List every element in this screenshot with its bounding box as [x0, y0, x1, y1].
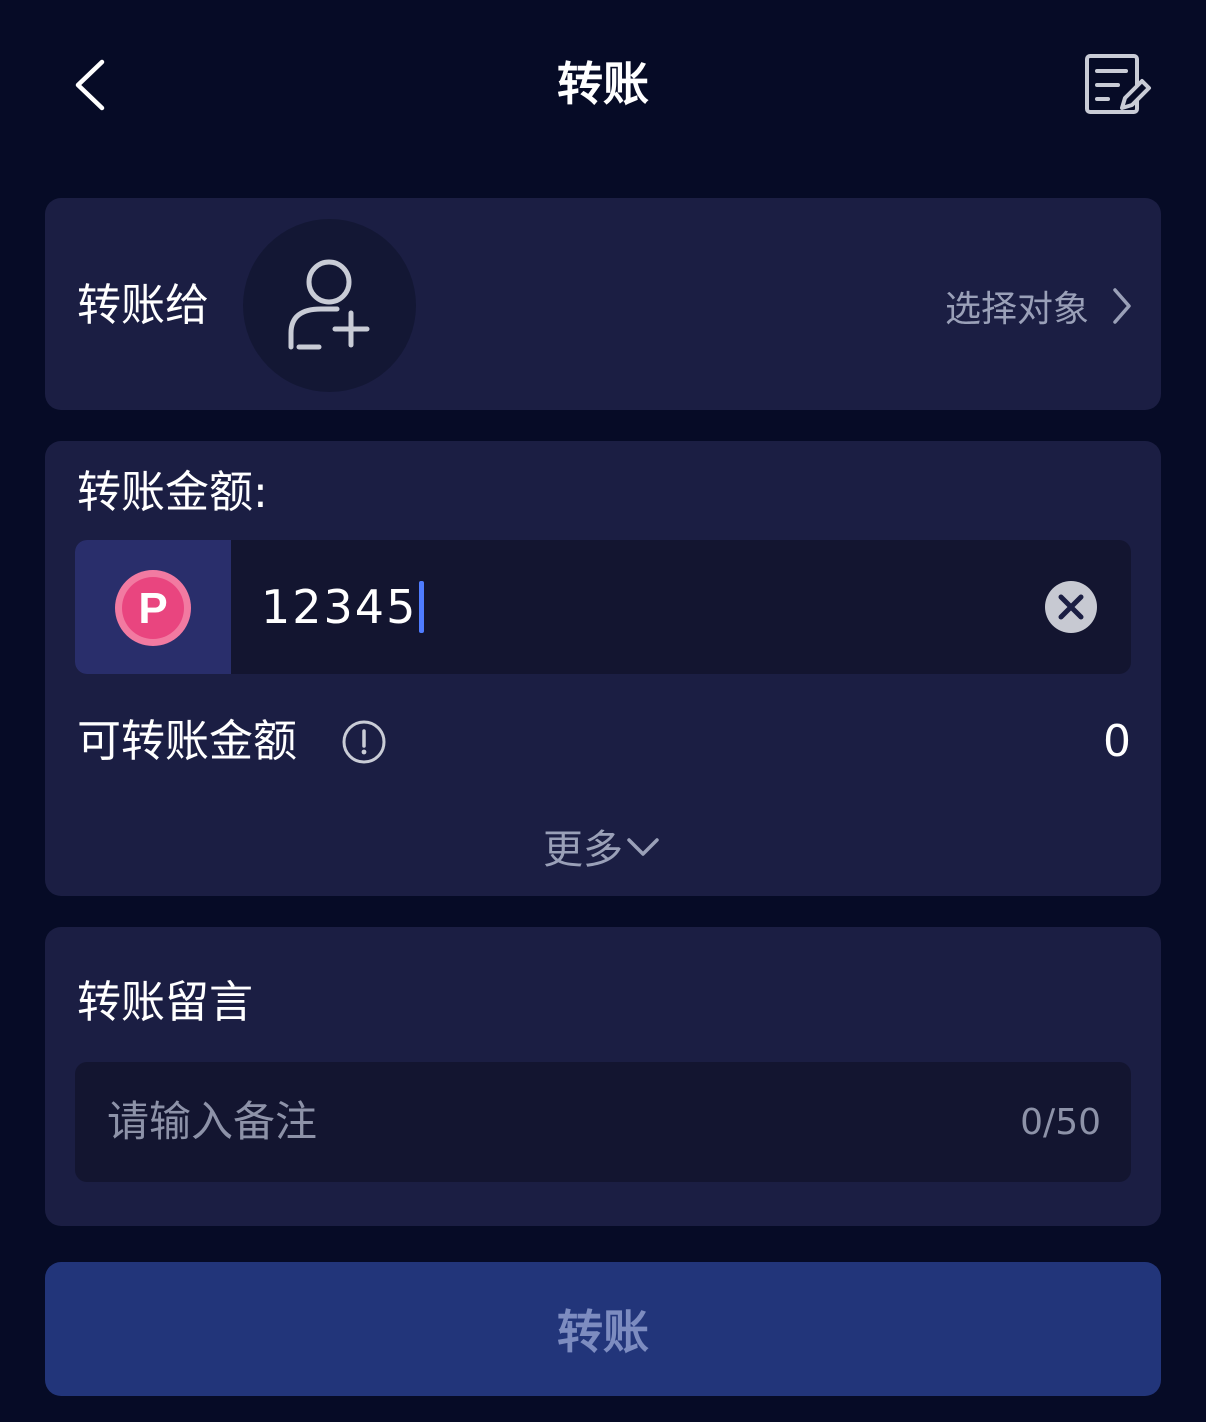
info-icon [342, 720, 386, 764]
recipient-label: 转账给 [77, 280, 209, 331]
select-recipient-label: 选择对象 [944, 289, 1089, 330]
amount-label: 转账金额: [77, 467, 268, 518]
p-coin-icon: P [115, 570, 191, 646]
amount-card: 转账金额: P 12345 可转账金额 0 更多 [45, 441, 1161, 896]
chevron-down-icon [627, 838, 659, 856]
select-recipient-button[interactable]: 选择对象 [945, 278, 1133, 334]
edit-document-icon [1085, 54, 1151, 114]
amount-input[interactable]: 12345 [261, 570, 425, 644]
more-button[interactable]: 更多 [45, 817, 1161, 875]
transfer-submit-button[interactable]: 转账 [45, 1262, 1161, 1396]
message-input[interactable]: 请输入备注 0/50 [75, 1062, 1131, 1182]
text-caret [419, 581, 425, 633]
message-char-counter: 0/50 [1020, 1102, 1101, 1143]
available-amount-label: 可转账金额 [77, 716, 297, 767]
add-recipient-avatar[interactable] [243, 219, 416, 392]
close-icon [1058, 594, 1084, 620]
transfer-records-button[interactable] [1078, 50, 1154, 120]
more-label: 更多 [543, 827, 623, 873]
amount-field: P 12345 [75, 540, 1131, 674]
recipient-card: 转账给 选择对象 [45, 198, 1161, 410]
available-amount-value: 0 [1103, 716, 1131, 767]
add-user-icon [288, 259, 370, 350]
page-title: 转账 [557, 57, 649, 111]
chevron-right-icon [1113, 288, 1131, 324]
token-selector[interactable]: P [75, 540, 231, 674]
transfer-submit-label: 转账 [557, 1305, 649, 1359]
clear-amount-button[interactable] [1045, 581, 1097, 633]
amount-value: 12345 [261, 580, 418, 634]
message-placeholder: 请输入备注 [107, 1097, 318, 1146]
info-button[interactable] [341, 719, 387, 769]
message-card: 转账留言 请输入备注 0/50 [45, 927, 1161, 1226]
svg-text:P: P [138, 584, 167, 633]
message-label: 转账留言 [77, 977, 253, 1028]
